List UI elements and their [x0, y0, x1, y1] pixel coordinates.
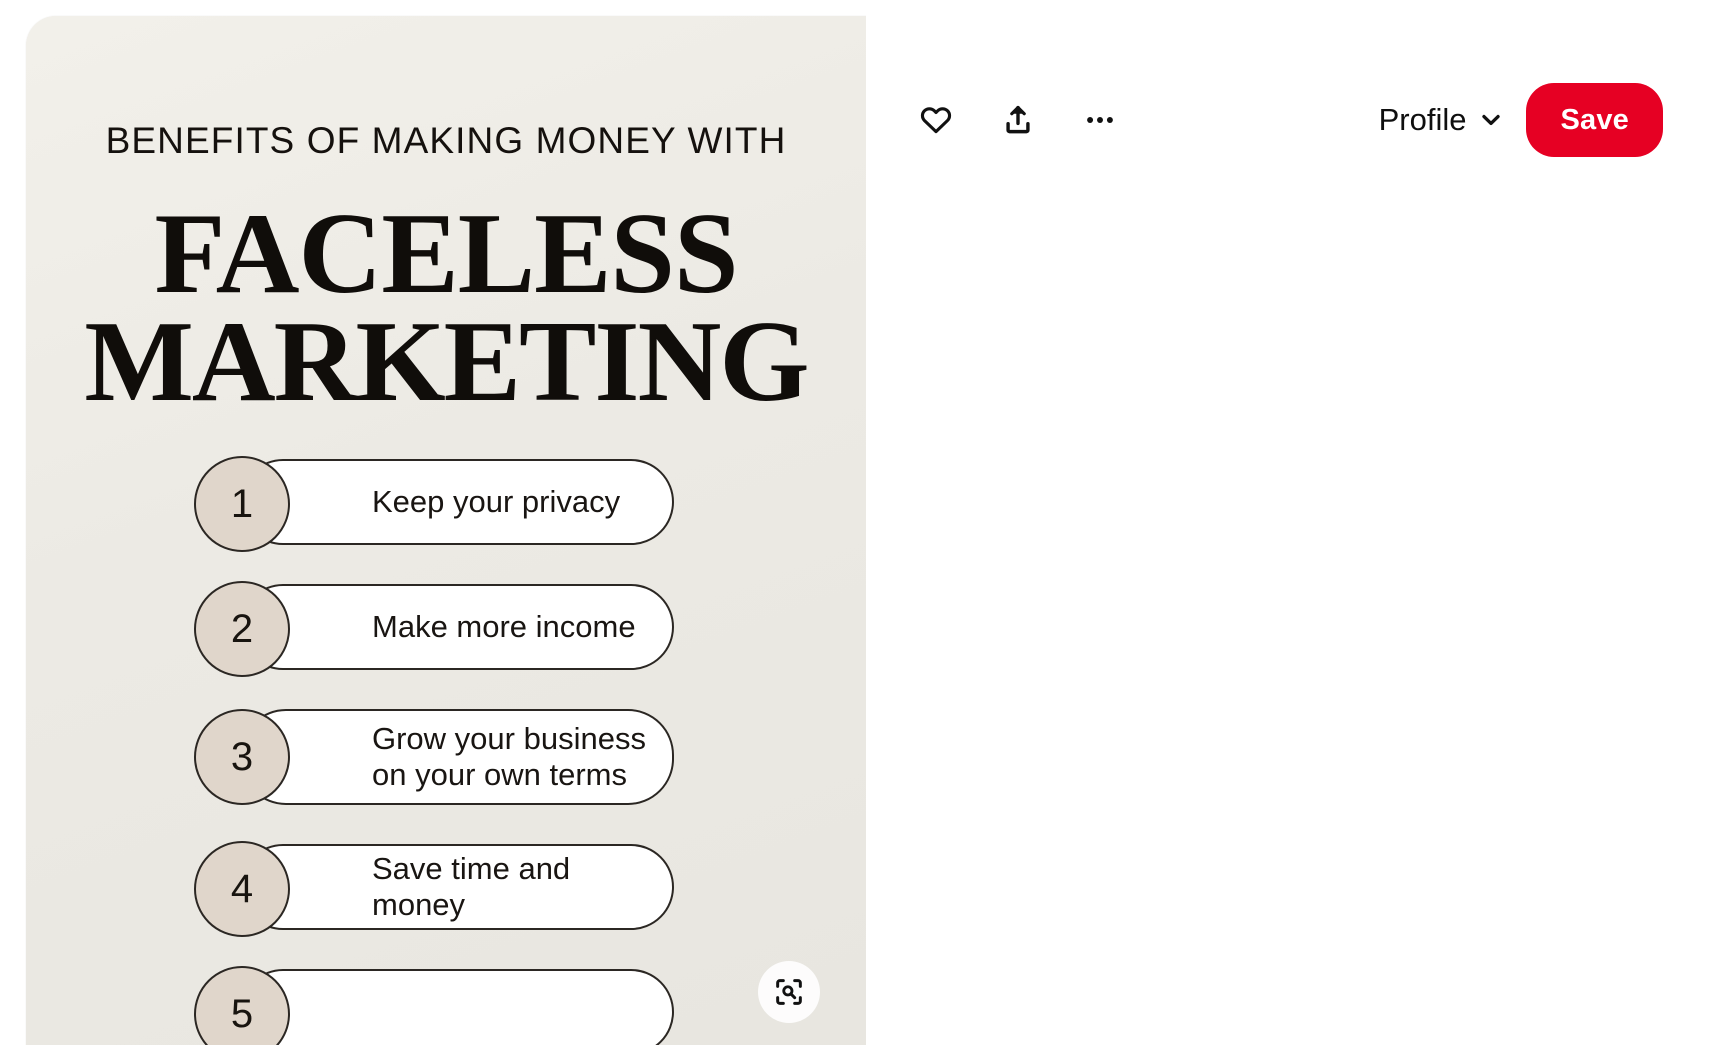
heart-icon	[920, 107, 952, 134]
pin-image-kicker: BENEFITS OF MAKING MONEY WITH	[105, 120, 787, 161]
visual-search-button[interactable]	[758, 961, 820, 1023]
pin-media-panel: BENEFITS OF MAKING MONEY WITH FACELESS M…	[0, 0, 866, 1045]
benefit-pill: Grow your business on your own terms	[240, 709, 674, 805]
board-profile-selector[interactable]: Profile	[1379, 102, 1505, 138]
benefit-pill: Make more income	[240, 584, 674, 670]
benefit-item: Grow your business on your own terms 3	[194, 706, 674, 808]
pin-image-title-line2: MARKETING	[84, 297, 809, 426]
benefit-number: 2	[194, 581, 290, 677]
benefit-number: 1	[194, 456, 290, 552]
benefit-item: Save time and money 4	[194, 841, 674, 937]
pin-action-bar: Profile Save	[866, 78, 1729, 162]
board-profile-label: Profile	[1378, 102, 1467, 137]
save-button[interactable]: Save	[1526, 83, 1663, 157]
pin-action-group-left	[912, 96, 1124, 144]
benefit-number: 3	[194, 709, 290, 805]
benefit-list: Keep your privacy 1 Make more income 2 G…	[194, 456, 674, 1045]
share-button[interactable]	[994, 96, 1042, 144]
like-button[interactable]	[912, 96, 960, 144]
benefit-label: Keep your privacy	[372, 484, 621, 520]
benefit-pill: Keep your privacy	[240, 459, 674, 545]
chevron-down-icon	[1482, 114, 1501, 126]
pin-image-title: FACELESS MARKETING	[26, 196, 866, 426]
benefit-item: Keep your privacy 1	[194, 456, 674, 552]
benefit-number: 4	[194, 841, 290, 937]
pin-image[interactable]: BENEFITS OF MAKING MONEY WITH FACELESS M…	[26, 16, 866, 1045]
benefit-item: Make more income 2	[194, 581, 674, 677]
more-options-icon	[1087, 117, 1113, 123]
benefit-label: Make more income	[372, 609, 636, 645]
pin-action-group-right: Profile Save	[1379, 83, 1663, 157]
benefit-pill	[240, 969, 674, 1045]
benefit-pill: Save time and money	[240, 844, 674, 930]
benefit-label: Grow your business on your own terms	[372, 721, 646, 792]
share-upload-icon	[1006, 105, 1030, 134]
more-options-button[interactable]	[1076, 96, 1124, 144]
pin-details-panel: Profile Save Start a Faceless business a…	[866, 0, 1729, 1045]
pin-closeup-view: BENEFITS OF MAKING MONEY WITH FACELESS M…	[0, 0, 1729, 1045]
visual-search-icon	[776, 979, 802, 1005]
benefit-label: Save time and money	[372, 851, 571, 922]
benefit-item: 5	[194, 966, 674, 1045]
